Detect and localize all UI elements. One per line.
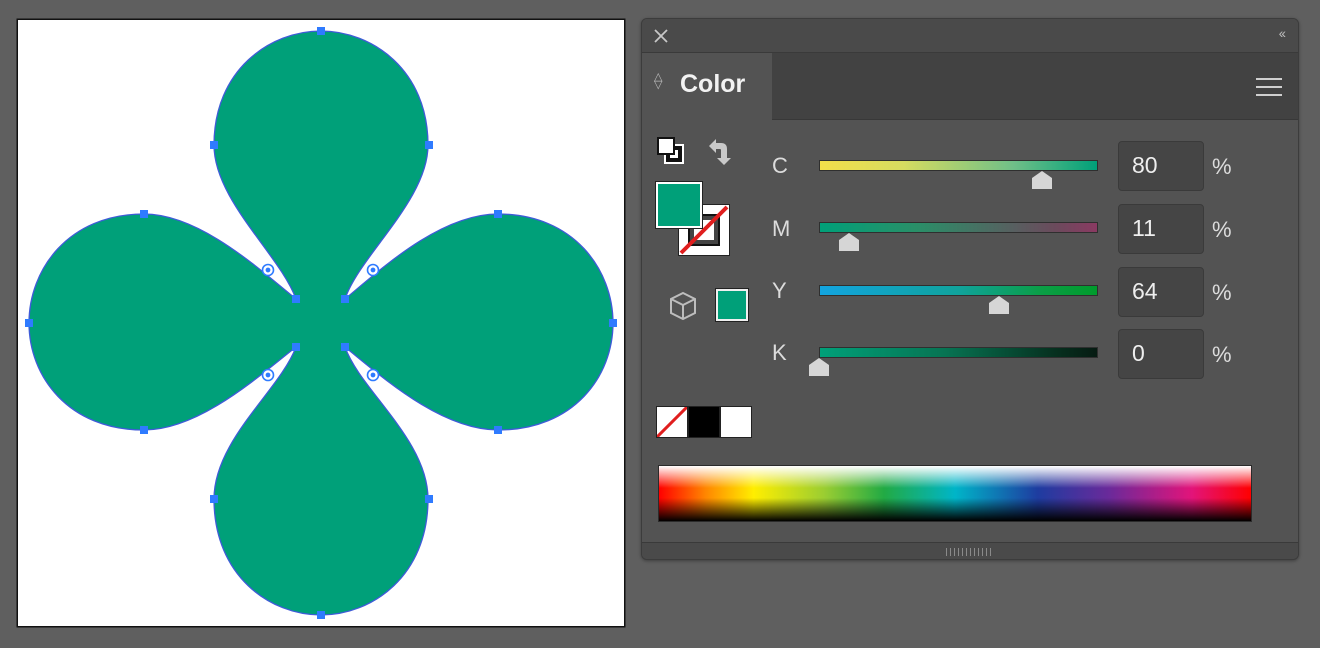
clover-shape[interactable]: [18, 20, 624, 626]
channel-label-c: C: [772, 153, 788, 178]
slider-thumb-y[interactable]: [988, 295, 1010, 315]
color-panel: ‹‹ △ ▽ Color C 80 % M 11 % Y 64 % K 0 %: [641, 18, 1299, 560]
collapse-icon[interactable]: ‹‹: [1279, 25, 1286, 41]
percent-label-m: %: [1212, 217, 1232, 242]
color-spectrum-ramp[interactable]: [658, 465, 1252, 522]
closest-color-swatch[interactable]: [716, 289, 748, 321]
value-field-c[interactable]: 80: [1118, 141, 1204, 191]
swap-fill-stroke-icon[interactable]: [705, 136, 735, 168]
slider-track-y[interactable]: [819, 285, 1098, 296]
tab-options-arrows-icon[interactable]: △ ▽: [654, 72, 662, 91]
fill-swatch[interactable]: [656, 182, 702, 228]
panel-title-bar[interactable]: ‹‹: [642, 19, 1298, 53]
petal-right: [344, 213, 614, 431]
channel-label-k: K: [772, 340, 787, 365]
default-fill-stroke-icon[interactable]: [656, 136, 686, 166]
black-swatch[interactable]: [688, 406, 720, 438]
tab-color[interactable]: △ ▽ Color: [642, 53, 772, 120]
none-swatch-icon[interactable]: [655, 405, 689, 439]
panel-menu-icon[interactable]: [1256, 78, 1282, 96]
channel-label-y: Y: [772, 278, 787, 303]
channel-label-m: M: [772, 216, 791, 241]
panel-tab-row: △ ▽ Color: [642, 53, 1298, 120]
percent-label-y: %: [1212, 280, 1232, 305]
out-of-gamut-cube-icon[interactable]: [668, 291, 698, 321]
percent-label-c: %: [1212, 154, 1232, 179]
slider-thumb-m[interactable]: [838, 232, 860, 252]
artboard-canvas[interactable]: [18, 20, 624, 626]
slider-track-c[interactable]: [819, 160, 1098, 171]
value-field-y[interactable]: 64: [1118, 267, 1204, 317]
slider-track-k[interactable]: [819, 347, 1098, 358]
panel-bottom-bar: [642, 542, 1298, 559]
value-field-m[interactable]: 11: [1118, 204, 1204, 254]
slider-thumb-k[interactable]: [808, 357, 830, 377]
petal-left: [28, 213, 297, 431]
slider-thumb-c[interactable]: [1031, 170, 1053, 190]
slider-track-m[interactable]: [819, 222, 1098, 233]
percent-label-k: %: [1212, 342, 1232, 367]
panel-title: Color: [680, 70, 746, 98]
white-swatch[interactable]: [720, 406, 752, 438]
close-icon[interactable]: [652, 27, 670, 45]
resize-grip-icon[interactable]: [946, 548, 992, 556]
value-field-k[interactable]: 0: [1118, 329, 1204, 379]
